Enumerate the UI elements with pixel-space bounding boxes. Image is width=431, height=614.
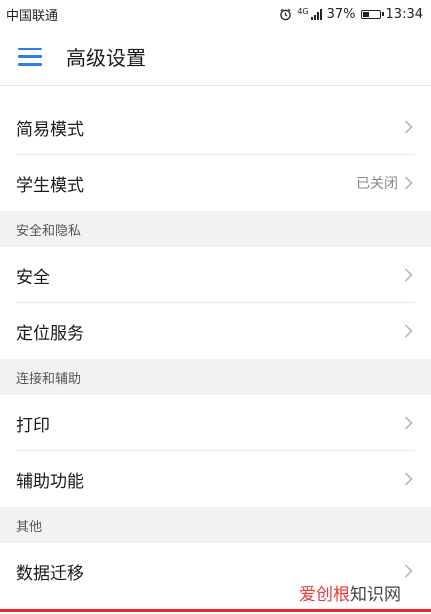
chevron-right-icon bbox=[404, 268, 413, 282]
page-title: 高级设置 bbox=[66, 46, 146, 70]
chevron-right-icon bbox=[404, 120, 413, 134]
setting-item-simple-mode[interactable]: 简易模式 bbox=[0, 99, 431, 155]
carrier-name: 中国联通 bbox=[6, 8, 59, 24]
setting-item-accessibility[interactable]: 辅助功能 bbox=[0, 451, 431, 507]
highlight-bar bbox=[0, 609, 431, 612]
battery-percent: 37% bbox=[326, 6, 356, 22]
watermark: 爱创根知识网 bbox=[297, 580, 403, 605]
setting-item-right bbox=[398, 120, 413, 134]
chevron-right-icon bbox=[404, 324, 413, 338]
setting-item-security[interactable]: 安全 bbox=[0, 247, 431, 303]
settings-list: 简易模式 学生模式 已关闭 安全和隐私 安全 定位服务 连接和辅助 打印 辅助功… bbox=[0, 99, 431, 599]
alarm-clock-icon bbox=[280, 8, 292, 20]
setting-item-right: 已关闭 bbox=[356, 173, 413, 193]
setting-item-right bbox=[398, 416, 413, 430]
setting-item-right bbox=[398, 324, 413, 338]
setting-item-label: 安全 bbox=[16, 267, 50, 288]
setting-item-student-mode[interactable]: 学生模式 已关闭 bbox=[0, 155, 431, 211]
status-indicators: 4G 37% 13:34 bbox=[279, 7, 423, 22]
setting-item-label: 打印 bbox=[16, 415, 50, 436]
app-header: 高级设置 bbox=[0, 28, 431, 86]
watermark-rest: 知识网 bbox=[350, 585, 401, 605]
setting-item-right bbox=[398, 268, 413, 282]
setting-item-location-services[interactable]: 定位服务 bbox=[0, 303, 431, 359]
setting-item-right bbox=[398, 472, 413, 486]
network-type: 4G bbox=[297, 6, 309, 16]
setting-item-label: 辅助功能 bbox=[16, 471, 84, 492]
section-header-other: 其他 bbox=[0, 507, 431, 543]
section-header-connection-accessibility: 连接和辅助 bbox=[0, 359, 431, 395]
setting-item-label: 学生模式 bbox=[16, 175, 84, 196]
setting-item-right bbox=[398, 564, 413, 578]
setting-item-print[interactable]: 打印 bbox=[0, 395, 431, 451]
watermark-highlight: 爱创根 bbox=[299, 585, 350, 605]
setting-item-label: 定位服务 bbox=[16, 323, 84, 344]
section-header-security-privacy: 安全和隐私 bbox=[0, 211, 431, 247]
signal-strength-icon bbox=[310, 8, 322, 20]
setting-item-label: 简易模式 bbox=[16, 119, 84, 140]
clock-time: 13:34 bbox=[385, 6, 423, 22]
chevron-right-icon bbox=[404, 472, 413, 486]
chevron-right-icon bbox=[404, 564, 413, 578]
setting-item-value: 已关闭 bbox=[356, 176, 398, 192]
battery-icon bbox=[360, 9, 384, 19]
setting-item-label: 数据迁移 bbox=[16, 563, 84, 584]
status-bar: 中国联通 4G 37% 13:34 bbox=[0, 0, 431, 28]
chevron-right-icon bbox=[404, 176, 413, 190]
hamburger-menu-icon[interactable] bbox=[18, 47, 42, 66]
chevron-right-icon bbox=[404, 416, 413, 430]
